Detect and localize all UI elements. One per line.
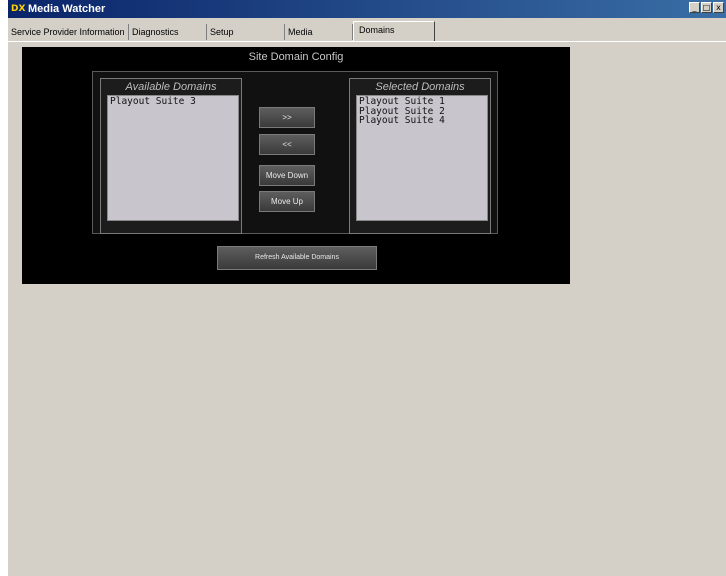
tab-diagnostics[interactable]: Diagnostics	[129, 24, 207, 40]
tab-service-provider-information[interactable]: Service Provider Information	[8, 24, 129, 40]
selected-domains-box: Selected Domains Playout Suite 1 Playout…	[349, 78, 491, 234]
add-domain-button[interactable]: >>	[259, 107, 315, 128]
tab-media[interactable]: Media	[285, 24, 353, 40]
available-domains-title: Available Domains	[125, 81, 217, 93]
remove-domain-button[interactable]: <<	[259, 134, 315, 155]
minimize-button[interactable]: _	[689, 2, 700, 13]
site-domain-config-panel: Site Domain Config Available Domains Pla…	[22, 47, 570, 284]
list-item[interactable]: Playout Suite 3	[108, 97, 238, 107]
move-down-button[interactable]: Move Down	[259, 165, 315, 186]
app-icon: DX	[11, 4, 26, 14]
tab-setup[interactable]: Setup	[207, 24, 285, 40]
selected-domains-title: Selected Domains	[375, 81, 465, 93]
panel-title: Site Domain Config	[248, 51, 344, 63]
window-controls: _ □ x	[689, 2, 724, 13]
tab-divider	[8, 41, 726, 42]
move-up-button[interactable]: Move Up	[259, 191, 315, 212]
list-item[interactable]: Playout Suite 4	[357, 116, 487, 126]
media-watcher-window: DX Media Watcher _ □ x Service Provider …	[8, 0, 726, 576]
maximize-button[interactable]: □	[701, 2, 712, 13]
domain-group: Available Domains Playout Suite 3 >> << …	[92, 71, 498, 234]
available-domains-list[interactable]: Playout Suite 3	[107, 95, 239, 221]
tab-strip: Service Provider Information Diagnostics…	[8, 18, 726, 42]
available-domains-box: Available Domains Playout Suite 3	[100, 78, 242, 234]
close-button[interactable]: x	[713, 2, 724, 13]
window-title: Media Watcher	[28, 3, 106, 15]
refresh-available-domains-button[interactable]: Refresh Available Domains	[217, 246, 377, 270]
tab-domains[interactable]: Domains	[353, 21, 435, 41]
title-bar[interactable]: DX Media Watcher _ □ x	[8, 0, 726, 18]
selected-domains-list[interactable]: Playout Suite 1 Playout Suite 2 Playout …	[356, 95, 488, 221]
